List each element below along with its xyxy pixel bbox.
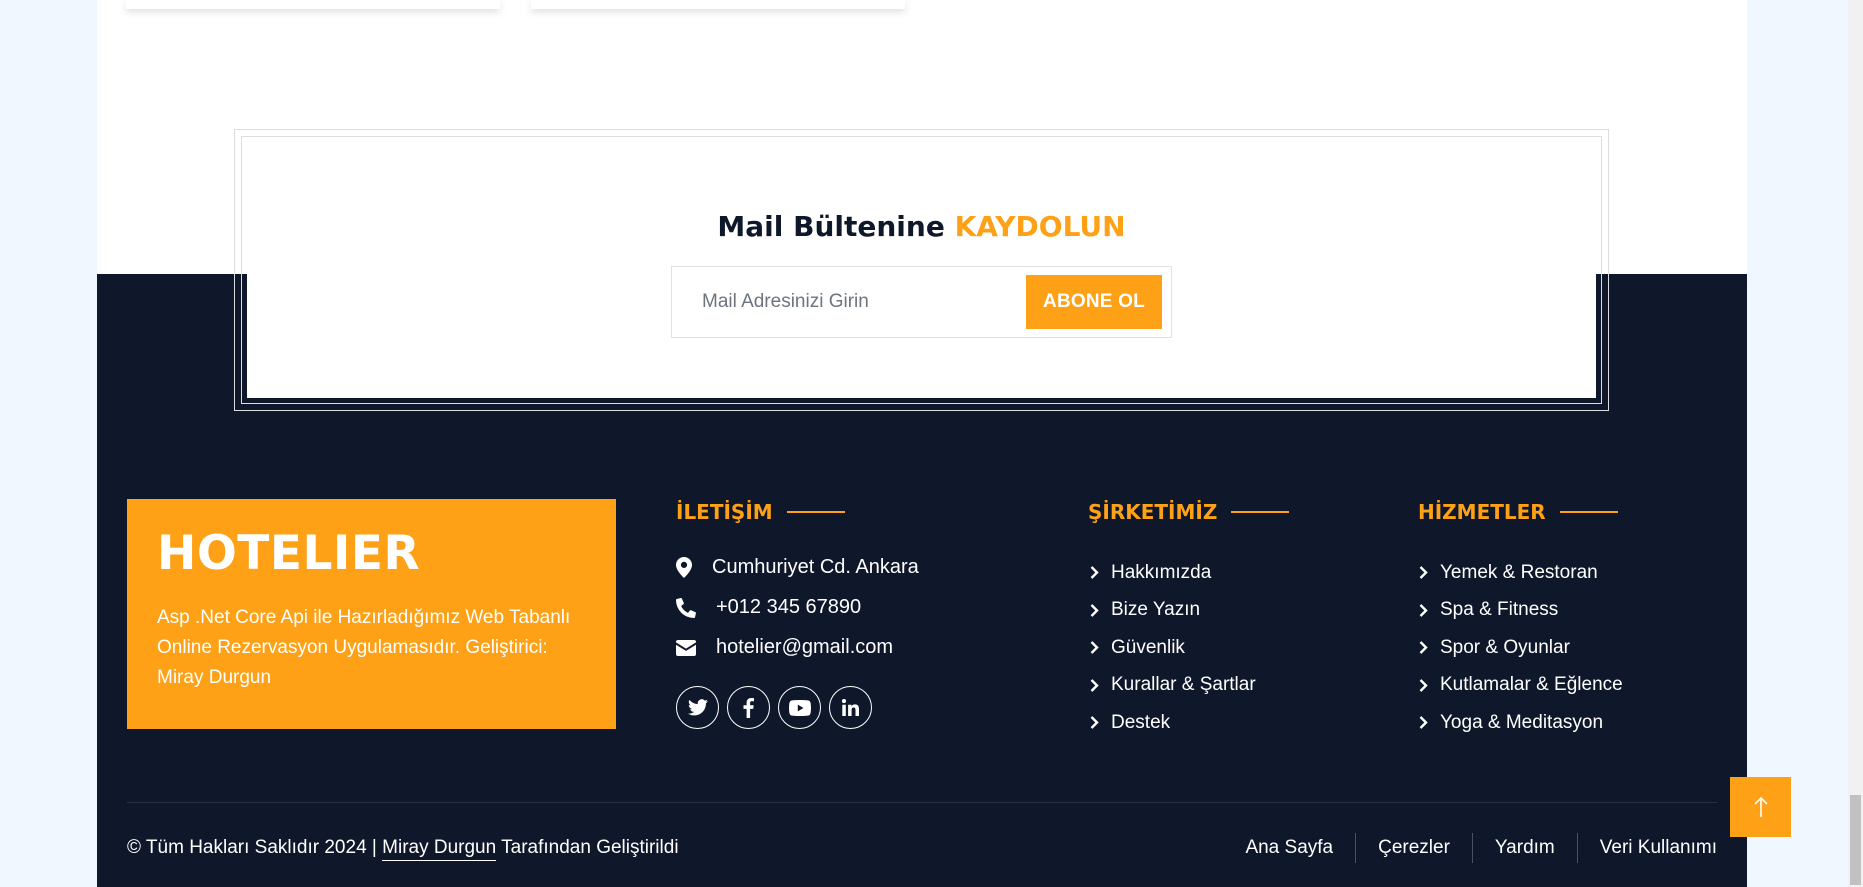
newsletter-title-accent: KAYDOLUN [954, 210, 1126, 243]
contact-email-text: hotelier@gmail.com [716, 636, 894, 658]
contact-address-text: Cumhuriyet Cd. Ankara [712, 556, 919, 578]
services-links: Yemek & Restoran Spa & Fitness Spor & Oy… [1419, 554, 1623, 742]
newsletter-section: Mail Bültenine KAYDOLUN ABONE OL [234, 129, 1609, 411]
service-link-yoga[interactable]: Yoga & Meditasyon [1419, 704, 1623, 742]
link-label: Spor & Oyunlar [1440, 636, 1570, 658]
services-title: HİZMETLER [1418, 500, 1618, 524]
chevron-right-icon [1419, 603, 1428, 617]
link-label: Kutlamalar & Eğlence [1440, 674, 1623, 696]
service-link-events[interactable]: Kutlamalar & Eğlence [1419, 667, 1623, 705]
company-link-security[interactable]: Güvenlik [1090, 629, 1256, 667]
linkedin-button[interactable] [829, 686, 872, 729]
facebook-button[interactable] [727, 686, 770, 729]
footer-link-help[interactable]: Yardım [1471, 833, 1577, 863]
page-container: HOTELIER Asp .Net Core Api ile Hazırladı… [97, 0, 1747, 887]
newsletter-frame: Mail Bültenine KAYDOLUN ABONE OL [241, 136, 1602, 404]
contact-title: İLETİŞİM [676, 500, 845, 524]
map-marker-icon [676, 557, 712, 578]
chevron-right-icon [1090, 641, 1099, 655]
copyright: © Tüm Hakları Saklıdır 2024 | Miray Durg… [127, 837, 679, 861]
link-label: Spa & Fitness [1440, 599, 1559, 621]
link-label: Destek [1111, 711, 1171, 733]
chevron-right-icon [1419, 641, 1428, 655]
copyright-prefix: © Tüm Hakları Saklıdır 2024 | [127, 837, 377, 858]
company-link-terms[interactable]: Kurallar & Şartlar [1090, 667, 1256, 705]
footer-divider [127, 802, 1717, 803]
contact-address: Cumhuriyet Cd. Ankara [676, 556, 919, 579]
contact-email: hotelier@gmail.com [676, 636, 893, 659]
facebook-icon [743, 697, 754, 718]
company-link-about[interactable]: Hakkımızda [1090, 554, 1256, 592]
chevron-right-icon [1419, 566, 1428, 580]
footer-menu: Ana Sayfa Çerezler Yardım Veri Kullanımı [1223, 833, 1717, 863]
newsletter-title-main: Mail Bültenine [717, 210, 945, 243]
card-bottom-edge [126, 0, 500, 9]
link-label: Kurallar & Şartlar [1111, 674, 1256, 696]
footer-link-cookies[interactable]: Çerezler [1355, 833, 1472, 863]
chevron-right-icon [1090, 716, 1099, 730]
arrow-up-icon [1753, 796, 1768, 817]
chevron-right-icon [1419, 716, 1428, 730]
copyright-suffix: Tarafından Geliştirildi [501, 837, 679, 858]
company-title-text: ŞİRKETİMİZ [1088, 500, 1218, 524]
title-underline [786, 511, 845, 513]
link-label: Yoga & Meditasyon [1440, 711, 1604, 733]
chevron-right-icon [1419, 678, 1428, 692]
title-underline [1231, 511, 1290, 513]
company-title: ŞİRKETİMİZ [1088, 500, 1290, 524]
link-label: Hakkımızda [1111, 561, 1212, 583]
chevron-right-icon [1090, 566, 1099, 580]
services-title-text: HİZMETLER [1418, 500, 1546, 524]
company-links: Hakkımızda Bize Yazın Güvenlik Kurallar … [1090, 554, 1256, 742]
brand-description: Asp .Net Core Api ile Hazırladığımız Web… [157, 607, 571, 688]
link-label: Bize Yazın [1111, 599, 1201, 621]
scrollbar[interactable] [1848, 0, 1863, 887]
subscribe-button[interactable]: ABONE OL [1026, 275, 1162, 329]
back-to-top-button[interactable] [1730, 777, 1791, 837]
newsletter-form: ABONE OL [671, 266, 1172, 338]
chevron-right-icon [1090, 678, 1099, 692]
brand-name: HOTELIER [157, 526, 421, 581]
footer-link-data-usage[interactable]: Veri Kullanımı [1576, 833, 1717, 863]
youtube-button[interactable] [778, 686, 821, 729]
youtube-icon [788, 699, 811, 716]
chevron-right-icon [1090, 603, 1099, 617]
link-label: Güvenlik [1111, 636, 1185, 658]
contact-phone: +012 345 67890 [676, 596, 861, 619]
service-link-spa[interactable]: Spa & Fitness [1419, 592, 1623, 630]
service-link-sports[interactable]: Spor & Oyunlar [1419, 629, 1623, 667]
title-underline [1559, 511, 1618, 513]
linkedin-icon [842, 699, 859, 716]
scrollbar-thumb[interactable] [1850, 795, 1861, 885]
newsletter-email-input[interactable] [680, 275, 1020, 329]
contact-title-text: İLETİŞİM [676, 500, 773, 524]
brand-box: HOTELIER Asp .Net Core Api ile Hazırladı… [127, 499, 616, 729]
social-links [676, 686, 872, 729]
link-label: Yemek & Restoran [1440, 561, 1598, 583]
company-link-contact[interactable]: Bize Yazın [1090, 592, 1256, 630]
company-link-support[interactable]: Destek [1090, 704, 1256, 742]
newsletter-title: Mail Bültenine KAYDOLUN [247, 210, 1596, 243]
phone-icon [676, 597, 716, 618]
card-bottom-edge [531, 0, 905, 9]
twitter-button[interactable] [676, 686, 719, 729]
newsletter-box: Mail Bültenine KAYDOLUN ABONE OL [247, 142, 1596, 398]
envelope-icon [676, 639, 716, 656]
service-link-restaurant[interactable]: Yemek & Restoran [1419, 554, 1623, 592]
contact-phone-text: +012 345 67890 [716, 596, 862, 618]
author-link[interactable]: Miray Durgun [382, 837, 497, 861]
footer-link-home[interactable]: Ana Sayfa [1223, 833, 1355, 863]
twitter-icon [687, 699, 708, 716]
